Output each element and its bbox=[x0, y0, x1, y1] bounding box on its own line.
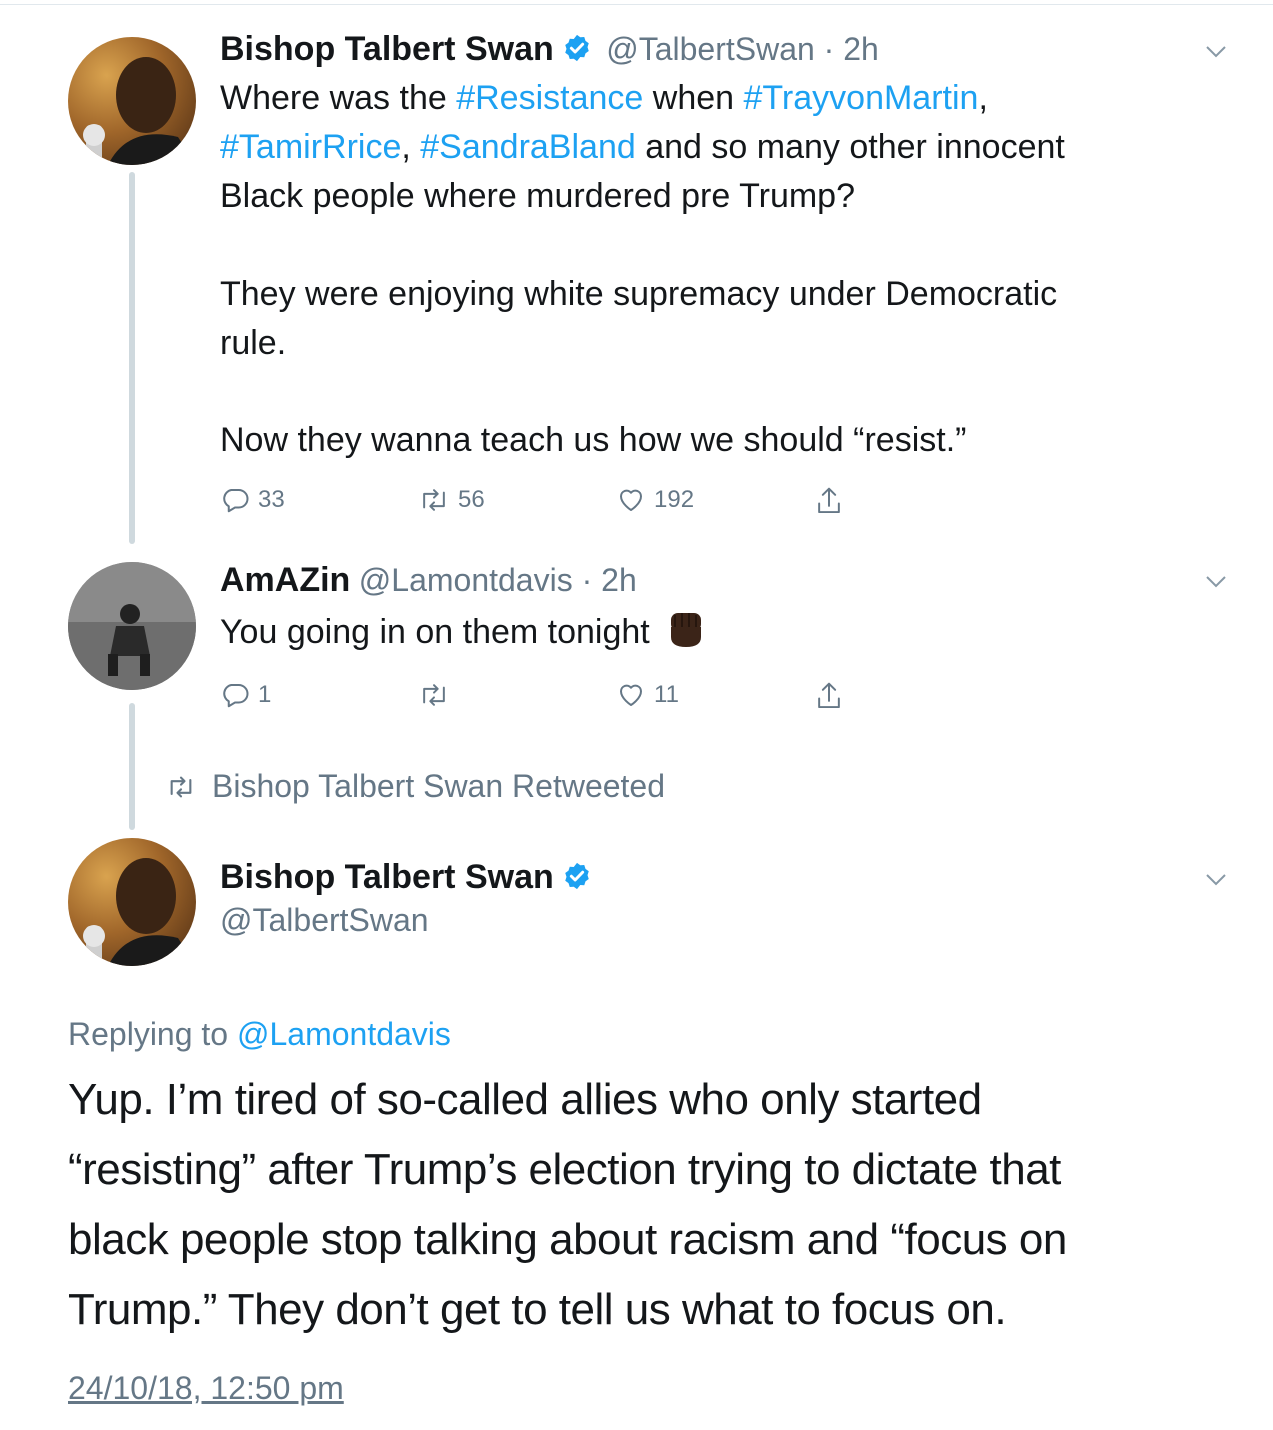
tweet1-share-button[interactable] bbox=[814, 485, 844, 517]
tweet1-reply-button[interactable]: 33 bbox=[220, 485, 285, 515]
text-fragment: Where was the bbox=[220, 79, 457, 117]
text-fragment: , bbox=[401, 128, 421, 166]
verified-badge-icon bbox=[562, 33, 592, 68]
thread-line-1 bbox=[129, 172, 135, 544]
hashtag-resistance[interactable]: #Resistance bbox=[456, 79, 643, 117]
like-icon bbox=[620, 684, 642, 706]
thread-line-2 bbox=[129, 703, 135, 830]
tweet1-handle[interactable]: @TalbertSwan bbox=[606, 31, 815, 67]
replying-to-line: Replying to @Lamontdavis bbox=[68, 1016, 451, 1053]
tweet2-retweet-button[interactable] bbox=[418, 680, 458, 710]
share-icon bbox=[818, 487, 840, 514]
tweet1-para3: Now they wanna teach us how we should “r… bbox=[220, 421, 967, 459]
avatar-talbert-swan[interactable] bbox=[68, 37, 196, 165]
retweet-icon bbox=[423, 489, 445, 511]
hashtag-trayvonmartin[interactable]: #TrayvonMartin bbox=[744, 79, 979, 117]
tweet1-like-button[interactable]: 192 bbox=[616, 485, 694, 515]
main-tweet-handle[interactable]: @TalbertSwan bbox=[220, 902, 429, 939]
retweeted-banner[interactable]: Bishop Talbert Swan Retweeted bbox=[164, 768, 665, 805]
reply-count: 1 bbox=[258, 681, 272, 708]
tweet1-text-line3: Black people where murdered pre Trump? bbox=[220, 177, 855, 215]
avatar-talbert-swan-main[interactable] bbox=[68, 838, 196, 966]
reply-icon bbox=[223, 489, 249, 513]
tweet2-text-line: You going in on them tonight bbox=[220, 608, 705, 663]
tweet1-author-name[interactable]: Bishop Talbert Swan bbox=[220, 30, 554, 68]
like-icon bbox=[620, 489, 642, 511]
main-tweet-name-row: Bishop Talbert Swan bbox=[220, 858, 592, 897]
share-icon bbox=[818, 682, 840, 709]
tweet1-retweet-button[interactable]: 56 bbox=[418, 485, 485, 515]
tweet2-handle[interactable]: @Lamontdavis bbox=[359, 562, 573, 598]
retweet-icon bbox=[170, 776, 192, 797]
tweet2-like-button[interactable]: 11 bbox=[616, 680, 679, 710]
tweet1-dot: · bbox=[814, 31, 844, 67]
retweeted-by-label: Bishop Talbert Swan Retweeted bbox=[212, 768, 666, 804]
verified-badge-icon bbox=[562, 861, 592, 896]
tweet2-share-button[interactable] bbox=[814, 680, 844, 712]
main-tweet-line: black people stop talking about racism a… bbox=[68, 1215, 1067, 1264]
tweet2-text: You going in on them tonight bbox=[220, 613, 650, 651]
chevron-down-icon[interactable] bbox=[1205, 40, 1227, 62]
replying-to-prefix: Replying to bbox=[68, 1016, 237, 1052]
main-tweet-timestamp[interactable]: 24/10/18, 12:50 pm bbox=[68, 1370, 344, 1407]
text-fragment: and so many other innocent bbox=[635, 128, 1065, 166]
chevron-down-icon[interactable] bbox=[1205, 868, 1227, 890]
tweet2-author-name[interactable]: AmAZin bbox=[220, 561, 350, 599]
top-divider bbox=[0, 4, 1273, 5]
text-fragment: , bbox=[978, 79, 988, 117]
text-fragment: when bbox=[643, 79, 744, 117]
tweet1-text-line2: #TamirRrice, #SandraBland and so many ot… bbox=[220, 123, 1065, 172]
main-tweet-line: Yup. I’m tired of so-called allies who o… bbox=[68, 1075, 982, 1124]
hashtag-sandrabland[interactable]: #SandraBland bbox=[420, 128, 636, 166]
tweet1-time[interactable]: 2h bbox=[843, 31, 879, 67]
tweet2-time[interactable]: 2h bbox=[601, 562, 637, 598]
retweet-count: 56 bbox=[458, 486, 485, 513]
tweet2-reply-button[interactable]: 1 bbox=[220, 680, 271, 710]
tweet1-para2-line1: They were enjoying white supremacy under… bbox=[220, 275, 1058, 313]
hashtag-tamirrrice[interactable]: #TamirRrice bbox=[220, 128, 401, 166]
main-tweet-author-name[interactable]: Bishop Talbert Swan bbox=[220, 858, 554, 896]
chevron-down-icon[interactable] bbox=[1205, 570, 1227, 592]
tweet2-dot: · bbox=[572, 562, 602, 598]
replying-to-handle[interactable]: @Lamontdavis bbox=[237, 1016, 451, 1052]
main-tweet-line: Trump.” They don’t get to tell us what t… bbox=[68, 1285, 1007, 1334]
raised-fist-emoji bbox=[667, 609, 705, 663]
avatar-amazin[interactable] bbox=[68, 562, 196, 690]
tweet1-text-line1: Where was the #Resistance when #TrayvonM… bbox=[220, 74, 988, 123]
main-tweet-line: “resisting” after Trump’s election tryin… bbox=[68, 1145, 1061, 1194]
reply-count: 33 bbox=[258, 486, 285, 513]
retweet-icon bbox=[423, 684, 445, 706]
tweet1-header: Bishop Talbert Swan @TalbertSwan · 2h bbox=[220, 30, 879, 69]
tweet1-para2-line2: rule. bbox=[220, 324, 287, 362]
like-count: 192 bbox=[654, 486, 695, 513]
reply-icon bbox=[223, 684, 249, 708]
like-count: 11 bbox=[654, 681, 679, 708]
tweet2-header: AmAZin @Lamontdavis · 2h bbox=[220, 561, 637, 600]
